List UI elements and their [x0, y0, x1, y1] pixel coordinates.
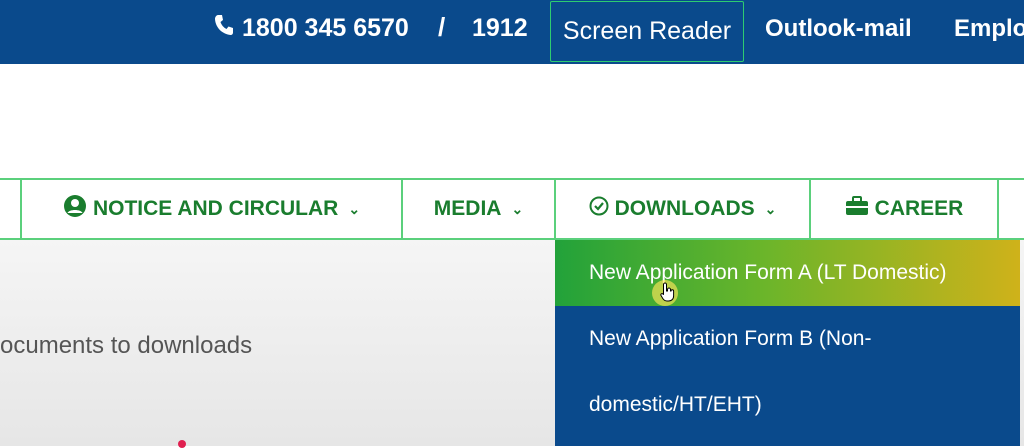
- nav-career[interactable]: CAREER: [809, 180, 997, 238]
- downloads-dropdown: New Application Form A (LT Domestic) New…: [555, 240, 1020, 446]
- nav-next-item[interactable]: [997, 180, 1024, 238]
- top-bar: 1800 345 6570 / 1912 Screen Reader Outlo…: [0, 0, 1024, 64]
- red-dot-marker: [178, 440, 186, 448]
- briefcase-icon: [845, 196, 869, 222]
- nav-downloads-label: DOWNLOADS: [614, 197, 755, 220]
- check-circle-icon: [589, 196, 609, 222]
- nav-media-label: MEDIA: [433, 197, 502, 220]
- phone-separator: /: [438, 12, 446, 42]
- dropdown-item-form-a-label: New Application Form A (LT Domestic): [589, 261, 947, 284]
- screen-reader-link[interactable]: Screen Reader: [550, 1, 744, 62]
- outlook-mail-link[interactable]: Outlook-mail: [765, 15, 912, 43]
- nav-notice-label: NOTICE AND CIRCULAR: [92, 197, 339, 220]
- nav-downloads[interactable]: DOWNLOADS ⌄: [554, 180, 809, 238]
- chevron-down-icon: ⌄: [511, 200, 524, 217]
- phone-number[interactable]: 1800 345 6570: [214, 14, 409, 43]
- dropdown-item-form-b-label: New Application Form B (Non-domestic/HT/…: [589, 327, 872, 416]
- employee-link[interactable]: Emplo: [954, 15, 1024, 43]
- header-area: [0, 64, 1024, 178]
- dropdown-item-form-b[interactable]: New Application Form B (Non-domestic/HT/…: [555, 306, 1020, 446]
- phone-icon: [214, 14, 234, 43]
- dropdown-item-form-a[interactable]: New Application Form A (LT Domestic): [555, 240, 1020, 306]
- user-circle-icon: [63, 194, 87, 224]
- chevron-down-icon: ⌄: [348, 200, 361, 217]
- helpline-number[interactable]: 1912: [472, 14, 528, 43]
- chevron-down-icon: ⌄: [764, 200, 777, 217]
- nav-media[interactable]: MEDIA ⌄: [401, 180, 554, 238]
- hand-cursor-icon: [660, 282, 676, 302]
- phone-number-text: 1800 345 6570: [242, 14, 409, 42]
- main-nav: NOTICE AND CIRCULAR ⌄ MEDIA ⌄ DOWNLOADS …: [0, 178, 1024, 240]
- nav-notice-and-circular[interactable]: NOTICE AND CIRCULAR ⌄: [20, 180, 401, 238]
- documents-heading: ocuments to downloads: [0, 332, 253, 359]
- nav-career-label: CAREER: [874, 197, 964, 220]
